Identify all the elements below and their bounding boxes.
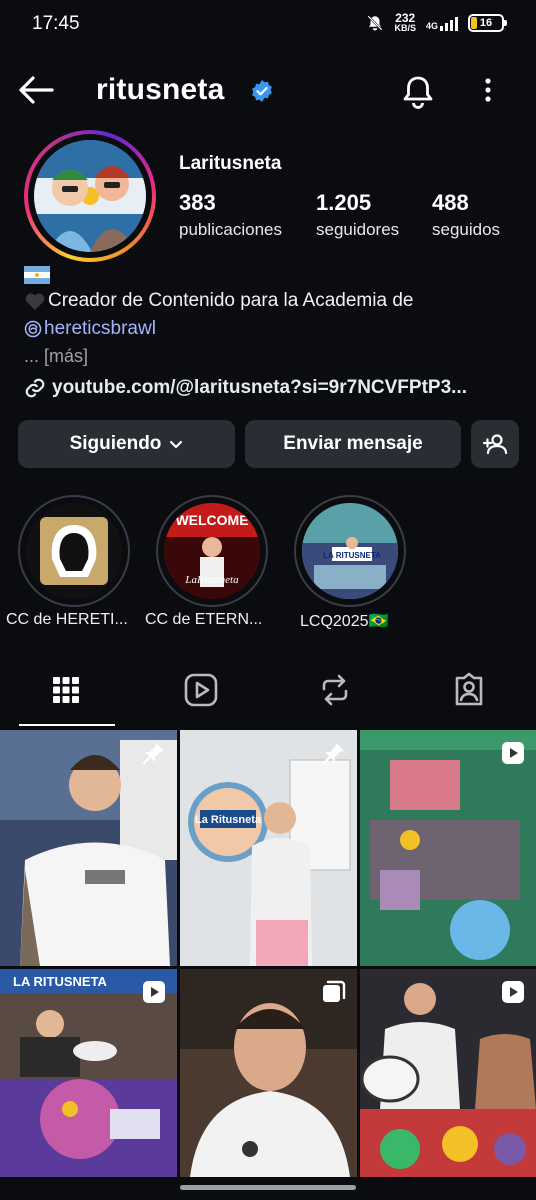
stat-followers-value: 1.205 — [316, 190, 372, 215]
grid-post[interactable] — [360, 730, 536, 966]
chevron-down-icon — [170, 440, 183, 449]
following-button-label: Siguiendo — [69, 433, 162, 454]
bio-link-text: youtube.com/@laritusneta?si=9r7NCVFPtP3.… — [52, 377, 467, 398]
stat-followers[interactable]: 1.205 seguidores — [316, 190, 399, 240]
avatar[interactable] — [34, 140, 146, 252]
more-vertical-icon[interactable] — [472, 72, 504, 112]
grid-post[interactable]: La Ritusneta — [180, 730, 357, 966]
stat-following[interactable]: 488 seguidos — [432, 190, 500, 240]
reel-icon — [143, 981, 165, 1003]
bio-text: Creador de Contenido para la Academia de — [48, 290, 414, 311]
story-ring[interactable] — [24, 130, 156, 262]
active-tab-indicator — [19, 724, 115, 726]
stat-posts[interactable]: 383 publicaciones — [179, 190, 282, 240]
tab-reels[interactable] — [181, 670, 221, 710]
grid-post[interactable] — [0, 730, 177, 966]
bio-mention[interactable]: hereticsbrawl — [24, 318, 156, 340]
bell-icon[interactable] — [398, 72, 438, 112]
pin-icon — [142, 743, 164, 765]
stat-followers-label: seguidores — [316, 220, 400, 239]
add-person-icon — [482, 434, 508, 455]
signal-icon — [440, 15, 458, 31]
full-name: Laritusneta — [179, 153, 282, 174]
stat-posts-value: 383 — [179, 190, 216, 215]
bio-external-link[interactable]: youtube.com/@laritusneta?si=9r7NCVFPtP3.… — [24, 377, 467, 399]
grid-post[interactable]: LA RITUSNETA — [0, 969, 177, 1177]
status-bar: 17:45 232 KB/S 4G 16 — [0, 0, 536, 50]
highlight-label: CC de ETERN... — [145, 611, 263, 628]
network-type: 4G — [425, 20, 438, 31]
home-indicator[interactable] — [180, 1185, 356, 1190]
reel-icon — [502, 981, 524, 1003]
black-heart-emoji — [25, 293, 45, 311]
tab-grid[interactable] — [46, 670, 86, 710]
pin-icon — [322, 743, 344, 765]
stat-posts-label: publicaciones — [179, 220, 283, 239]
profile-header: ritusneta — [0, 60, 536, 120]
svg-text:LA RITUSNETA: LA RITUSNETA — [323, 551, 381, 560]
highlight-label: LCQ2025🇧🇷 — [300, 613, 389, 630]
tagged-icon — [455, 672, 483, 706]
status-time: 17:45 — [32, 13, 80, 34]
highlight-heretics[interactable] — [18, 495, 130, 607]
svg-text:WELCOME: WELCOME — [175, 512, 248, 528]
argentina-flag-emoji — [24, 266, 50, 284]
username: ritusneta — [96, 73, 225, 106]
svg-text:La Ritusneta: La Ritusneta — [195, 814, 262, 826]
add-person-button[interactable] — [471, 420, 519, 468]
bio-more-link[interactable]: ... [más] — [24, 346, 88, 367]
highlight-label: CC de HERETI... — [6, 611, 128, 628]
link-icon — [25, 378, 45, 398]
stat-following-label: seguidos — [432, 220, 501, 239]
message-button[interactable]: Enviar mensaje — [245, 420, 461, 468]
message-button-label: Enviar mensaje — [283, 433, 423, 454]
repost-icon — [322, 674, 348, 706]
verified-badge-icon — [252, 80, 272, 102]
net-speed: 232 KB/S — [394, 11, 416, 33]
highlight-eternal[interactable]: WELCOME LaRitusneta — [156, 495, 268, 607]
bio-line: Creador de Contenido para la Academia de — [24, 290, 413, 312]
threads-icon — [24, 320, 42, 338]
grid-icon — [53, 677, 79, 703]
svg-text:LaRitusneta: LaRitusneta — [184, 574, 239, 586]
highlight-lcq2025[interactable]: LA RITUSNETA — [294, 495, 406, 607]
following-button[interactable]: Siguiendo — [18, 420, 235, 468]
reels-icon — [184, 673, 218, 707]
bio-mention-text: hereticsbrawl — [44, 318, 156, 339]
tab-reposts[interactable] — [315, 670, 355, 710]
battery-icon: 16 — [468, 13, 507, 32]
svg-text:LA RITUSNETA: LA RITUSNETA — [13, 974, 107, 989]
grid-post[interactable] — [360, 969, 536, 1177]
stat-following-value: 488 — [432, 190, 469, 215]
grid-post[interactable] — [180, 969, 357, 1177]
mute-icon — [367, 14, 384, 31]
tab-tagged[interactable] — [449, 670, 489, 710]
back-arrow-icon[interactable] — [16, 72, 56, 108]
carousel-icon — [323, 980, 346, 1002]
status-icons: 232 KB/S 4G 16 — [366, 11, 507, 33]
reel-icon — [502, 742, 524, 764]
